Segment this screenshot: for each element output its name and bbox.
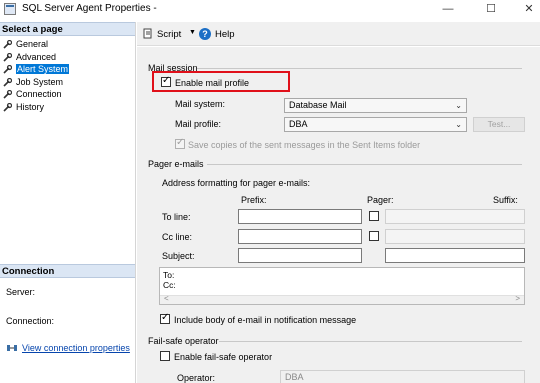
- enable-mail-profile-checkbox[interactable]: [161, 75, 171, 87]
- left-pane: Select a page General Advanced Alert Syste…: [0, 22, 136, 383]
- pager-header: Pager:: [367, 195, 394, 205]
- minimize-button[interactable]: —: [441, 2, 455, 16]
- page-item-general[interactable]: General: [0, 38, 135, 51]
- maximize-button[interactable]: ☐: [484, 2, 498, 16]
- cc-line-suffix-input[interactable]: [385, 229, 525, 244]
- operator-label: Operator:: [177, 373, 216, 383]
- page-item-history[interactable]: History: [0, 101, 135, 114]
- preview-cc: Cc:: [163, 280, 176, 290]
- alert-system-page: Mail session Enable mail profile Mail sy…: [137, 47, 540, 383]
- script-icon: [143, 28, 152, 39]
- wrench-icon: [3, 40, 12, 49]
- page-item-label: History: [16, 101, 45, 112]
- cc-line-pager-checkbox[interactable]: [369, 231, 379, 241]
- test-button[interactable]: Test...: [473, 117, 525, 132]
- toolbar: Script ▼ ? Help: [137, 22, 540, 46]
- wrench-icon: [3, 65, 12, 74]
- page-item-label: Alert System: [16, 64, 70, 74]
- wrench-icon: [3, 90, 12, 99]
- help-icon[interactable]: ?: [199, 28, 211, 40]
- operator-value: DBA: [285, 372, 304, 382]
- chevron-down-icon: ⌄: [455, 120, 462, 129]
- cc-line-label: Cc line:: [162, 232, 193, 242]
- mail-profile-value: DBA: [289, 119, 308, 129]
- page-item-connection[interactable]: Connection: [0, 88, 135, 101]
- scroll-left-icon[interactable]: <: [164, 294, 169, 303]
- script-button[interactable]: Script: [157, 29, 181, 40]
- page-item-label: General: [16, 39, 49, 49]
- to-line-suffix-input[interactable]: [385, 209, 525, 224]
- pager-emails-title: Pager e-mails: [148, 159, 204, 169]
- wrench-icon: [3, 52, 12, 62]
- pager-emails-divider: [207, 164, 522, 165]
- mail-profile-select[interactable]: DBA ⌄: [284, 117, 467, 132]
- mail-system-value: Database Mail: [289, 100, 347, 110]
- chevron-down-icon: ⌄: [455, 101, 462, 110]
- include-body-checkbox[interactable]: [160, 312, 170, 324]
- connection-properties-icon: [7, 345, 17, 351]
- window-title: SQL Server Agent Properties -: [22, 3, 157, 14]
- prefix-header: Prefix:: [241, 195, 267, 205]
- view-connection-properties-link[interactable]: View connection properties: [22, 343, 130, 353]
- preview-horizontal-scrollbar[interactable]: < >: [160, 294, 524, 304]
- enable-failsafe-label: Enable fail-safe operator: [174, 352, 273, 362]
- to-line-pager-checkbox[interactable]: [369, 211, 379, 221]
- close-button[interactable]: ✕: [522, 2, 536, 16]
- mail-profile-label: Mail profile:: [175, 119, 222, 129]
- page-item-label: Job System: [16, 76, 64, 87]
- enable-failsafe-checkbox[interactable]: [160, 351, 170, 361]
- pager-preview-box: To: Cc: < >: [159, 267, 525, 305]
- to-line-prefix-input[interactable]: [238, 209, 362, 224]
- connection-label: Connection:: [6, 316, 55, 326]
- page-item-alert-system[interactable]: Alert System: [0, 63, 135, 76]
- preview-to: To:: [163, 270, 175, 280]
- failsafe-title: Fail-safe operator: [148, 336, 219, 346]
- failsafe-divider: [219, 341, 522, 342]
- save-copies-checkbox[interactable]: [175, 137, 185, 149]
- to-line-label: To line:: [162, 212, 191, 222]
- subject-label: Subject:: [162, 251, 195, 261]
- suffix-header: Suffix:: [493, 195, 518, 205]
- app-icon: [4, 3, 16, 15]
- mail-session-divider: [197, 68, 522, 69]
- page-list: General Advanced Alert System Job System Con…: [0, 36, 135, 113]
- server-label: Server:: [6, 287, 36, 297]
- save-copies-label: Save copies of the sent messages in the …: [188, 140, 421, 150]
- help-button[interactable]: Help: [215, 29, 235, 40]
- select-page-header: Select a page: [0, 22, 135, 36]
- title-bar: SQL Server Agent Properties - — ☐ ✕: [0, 0, 540, 18]
- mail-system-label: Mail system:: [175, 99, 226, 109]
- connection-header: Connection: [0, 264, 135, 278]
- include-body-label: Include body of e-mail in notification m…: [174, 315, 357, 325]
- script-dropdown-arrow-icon[interactable]: ▼: [189, 29, 196, 36]
- cc-line-prefix-input[interactable]: [238, 229, 362, 244]
- page-item-label: Connection: [16, 89, 62, 99]
- page-item-job-system[interactable]: Job System: [0, 76, 135, 89]
- address-formatting-label: Address formatting for pager e-mails:: [162, 178, 311, 188]
- operator-select[interactable]: DBA: [280, 370, 525, 383]
- subject-suffix-input[interactable]: [385, 248, 525, 263]
- wrench-icon: [3, 77, 12, 87]
- page-item-advanced[interactable]: Advanced: [0, 51, 135, 64]
- wrench-icon: [3, 102, 12, 112]
- subject-prefix-input[interactable]: [238, 248, 362, 263]
- scroll-right-icon[interactable]: >: [515, 294, 520, 303]
- enable-mail-profile-label: Enable mail profile: [175, 78, 250, 88]
- page-item-label: Advanced: [16, 51, 57, 62]
- mail-system-select[interactable]: Database Mail ⌄: [284, 98, 467, 113]
